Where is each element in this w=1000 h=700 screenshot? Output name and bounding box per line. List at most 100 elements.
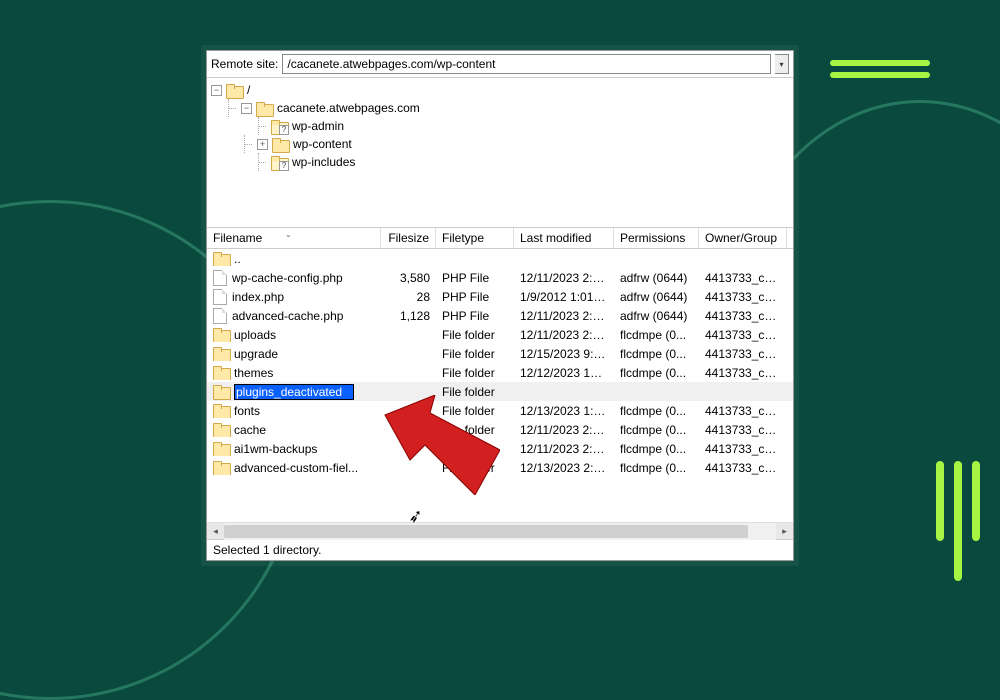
tree-expander[interactable]: −: [211, 85, 222, 96]
column-filetype[interactable]: Filetype: [436, 228, 514, 248]
own-cell: 4413733_chr...: [699, 404, 787, 418]
tree-domain[interactable]: − cacanete.atwebpages.com: [209, 99, 791, 117]
size-cell: 1,128: [381, 309, 436, 323]
type-cell: File folder: [436, 347, 514, 361]
scroll-right-button[interactable]: ▸: [776, 523, 793, 540]
perm-cell: flcdmpe (0...: [614, 404, 699, 418]
mod-cell: 12/11/2023 2:0...: [514, 271, 614, 285]
filename-text: wp-cache-config.php: [232, 271, 343, 285]
mod-cell: 12/12/2023 12:...: [514, 366, 614, 380]
mod-cell: 12/11/2023 2:0...: [514, 442, 614, 456]
path-label: Remote site:: [211, 57, 278, 71]
filename-text: ai1wm-backups: [234, 442, 317, 456]
filename-text: fonts: [234, 404, 260, 418]
file-list-header: Filename ⌄ Filesize Filetype Last modifi…: [207, 228, 793, 249]
scroll-left-button[interactable]: ◂: [207, 523, 224, 540]
unknown-badge-icon: ?: [279, 125, 289, 135]
directory-tree[interactable]: − / − cacanete.atwebpages.com ? wp-admin…: [207, 78, 793, 228]
filename-cell[interactable]: ..: [207, 252, 381, 266]
list-row[interactable]: themesFile folder12/12/2023 12:...flcdmp…: [207, 363, 793, 382]
list-row[interactable]: advanced-cache.php1,128PHP File12/11/202…: [207, 306, 793, 325]
own-cell: 4413733_chr...: [699, 328, 787, 342]
list-row[interactable]: fonts File folder12/13/2023 1:3...flcdmpe…: [207, 401, 793, 420]
column-last-modified[interactable]: Last modified: [514, 228, 614, 248]
type-cell: File folder: [436, 385, 514, 399]
column-owner-group[interactable]: Owner/Group: [699, 228, 787, 248]
tree-expander[interactable]: −: [241, 103, 252, 114]
filename-cell[interactable]: wp-cache-config.php: [207, 270, 381, 286]
filename-text: index.php: [232, 290, 284, 304]
folder-icon: [272, 138, 288, 151]
filename-text: uploads: [234, 328, 276, 342]
size-cell: 28: [381, 290, 436, 304]
folder-icon: [213, 252, 229, 265]
list-row[interactable]: File folder: [207, 382, 793, 401]
tree-root[interactable]: − /: [209, 81, 791, 99]
list-row[interactable]: ai1wm-backups File folder12/11/2023 2:0..…: [207, 439, 793, 458]
tree-child[interactable]: + wp-content: [209, 135, 791, 153]
perm-cell: flcdmpe (0...: [614, 347, 699, 361]
perm-cell: flcdmpe (0...: [614, 366, 699, 380]
tree-child[interactable]: ? wp-admin: [209, 117, 791, 135]
perm-cell: flcdmpe (0...: [614, 328, 699, 342]
path-dropdown-button[interactable]: ▾: [775, 54, 789, 74]
scroll-thumb[interactable]: [224, 525, 748, 538]
column-filename[interactable]: Filename ⌄: [207, 228, 381, 248]
list-row[interactable]: upgrade File folder12/15/2023 9:2...flcdm…: [207, 344, 793, 363]
column-permissions[interactable]: Permissions: [614, 228, 699, 248]
list-row[interactable]: wp-cache-config.php3,580PHP File12/11/20…: [207, 268, 793, 287]
status-bar: Selected 1 directory.: [207, 539, 793, 560]
tree-child[interactable]: ? wp-includes: [209, 153, 791, 171]
list-row[interactable]: cacheFile folder12/11/2023 2:0...flcdmpe…: [207, 420, 793, 439]
filename-text: advanced-cache.php: [232, 309, 343, 323]
remote-path-input[interactable]: [282, 54, 771, 74]
filename-text: upgrade: [234, 347, 278, 361]
folder-icon: [256, 102, 272, 115]
tree-label: /: [247, 83, 250, 97]
list-row[interactable]: ..: [207, 249, 793, 268]
own-cell: 4413733_chr...: [699, 271, 787, 285]
horizontal-scrollbar[interactable]: ◂ ▸: [207, 522, 793, 539]
perm-cell: flcdmpe (0...: [614, 423, 699, 437]
filename-cell[interactable]: advanced-custom-fiel...: [207, 461, 381, 475]
own-cell: 4413733_chr...: [699, 290, 787, 304]
tree-expander[interactable]: +: [257, 139, 268, 150]
filename-cell[interactable]: fonts: [207, 404, 381, 418]
own-cell: 4413733_chr...: [699, 423, 787, 437]
perm-cell: adfrw (0644): [614, 309, 699, 323]
scroll-track[interactable]: [224, 523, 776, 540]
mod-cell: 12/13/2023 1:3...: [514, 404, 614, 418]
filename-cell[interactable]: cache: [207, 423, 381, 437]
filename-cell[interactable]: index.php: [207, 289, 381, 305]
tree-label: wp-admin: [292, 119, 344, 133]
type-cell: File folder: [436, 404, 514, 418]
column-filesize[interactable]: Filesize: [381, 228, 436, 248]
filename-cell[interactable]: themes: [207, 366, 381, 380]
mod-cell: 12/13/2023 2:4...: [514, 461, 614, 475]
folder-icon: [213, 423, 229, 436]
folder-icon: [226, 84, 242, 97]
mod-cell: 12/11/2023 2:0...: [514, 328, 614, 342]
type-cell: File folder: [436, 442, 514, 456]
filename-cell[interactable]: [207, 384, 381, 400]
perm-cell: flcdmpe (0...: [614, 461, 699, 475]
path-row: Remote site: ▾: [207, 51, 793, 78]
perm-cell: adfrw (0644): [614, 290, 699, 304]
file-list[interactable]: ..wp-cache-config.php3,580PHP File12/11/…: [207, 249, 793, 522]
filename-cell[interactable]: uploads: [207, 328, 381, 342]
rename-input[interactable]: [234, 384, 354, 400]
size-cell: 3,580: [381, 271, 436, 285]
list-row[interactable]: index.php28PHP File1/9/2012 1:01:1...adf…: [207, 287, 793, 306]
mod-cell: 12/15/2023 9:2...: [514, 347, 614, 361]
folder-icon: [213, 404, 229, 417]
type-cell: File folder: [436, 423, 514, 437]
filename-text: advanced-custom-fiel...: [234, 461, 358, 475]
own-cell: 4413733_chr...: [699, 366, 787, 380]
list-row[interactable]: uploadsFile folder12/11/2023 2:0...flcdm…: [207, 325, 793, 344]
list-row[interactable]: advanced-custom-fiel...File folder12/13/…: [207, 458, 793, 477]
filename-cell[interactable]: advanced-cache.php: [207, 308, 381, 324]
filename-cell[interactable]: upgrade: [207, 347, 381, 361]
own-cell: 4413733_chr...: [699, 347, 787, 361]
filename-text: ..: [234, 252, 241, 266]
filename-cell[interactable]: ai1wm-backups: [207, 442, 381, 456]
